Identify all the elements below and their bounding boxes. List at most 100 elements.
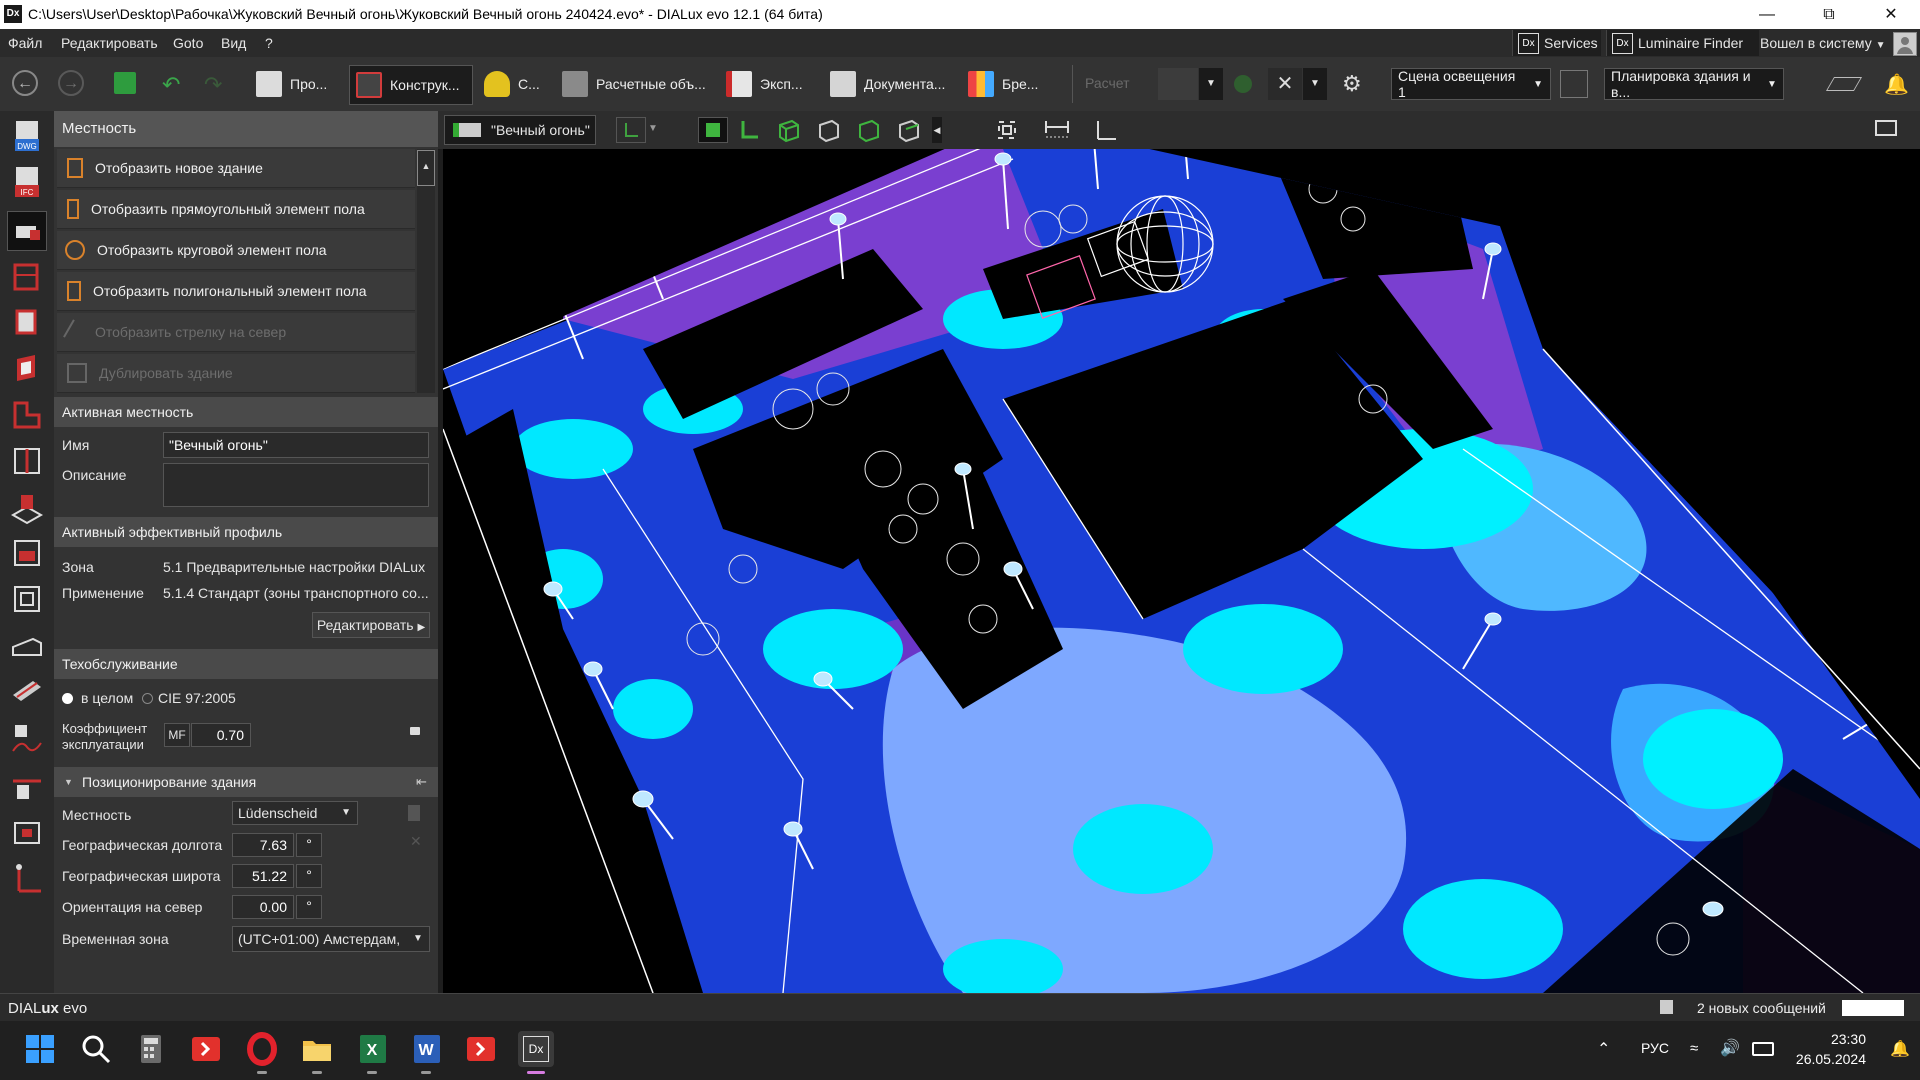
save-icon[interactable] <box>114 72 136 94</box>
bell-icon[interactable]: 🔔 <box>1884 72 1909 97</box>
tab-calc-objects[interactable]: Расчетные объ... <box>556 65 706 103</box>
tab-project[interactable]: Про... <box>250 65 327 103</box>
monitor-settings-icon[interactable] <box>1560 70 1588 98</box>
collapse-icon[interactable]: ▼ <box>64 777 73 787</box>
tab-light[interactable]: С... <box>478 65 540 103</box>
import-dwg-icon[interactable]: DWG <box>7 119 47 159</box>
radio-total[interactable] <box>62 693 73 704</box>
zoom-extents-icon[interactable] <box>992 117 1022 143</box>
name-input[interactable]: "Вечный огонь" <box>163 432 429 458</box>
calc-start-button[interactable] <box>1158 68 1198 100</box>
forward-icon[interactable]: → <box>58 70 84 96</box>
edit-profile-button[interactable]: Редактировать ▶ <box>312 612 430 638</box>
longitude-input[interactable]: 7.63 <box>232 833 294 857</box>
stairs-icon[interactable] <box>7 625 47 665</box>
lock-icon[interactable] <box>410 727 420 735</box>
gear-icon[interactable]: ⚙ <box>1342 72 1362 96</box>
menu-goto[interactable]: Goto <box>173 35 203 51</box>
menu-edit[interactable]: Редактировать <box>61 35 158 51</box>
volume-icon[interactable]: 🔊 <box>1720 1038 1740 1058</box>
map-doc-icon[interactable] <box>408 805 420 821</box>
messages-link[interactable]: 2 новых сообщений <box>1697 1000 1826 1016</box>
scene-selector[interactable]: "Вечный огонь" <box>444 115 596 145</box>
terrain-edit-icon[interactable] <box>7 767 47 807</box>
dimension-icon[interactable] <box>1042 117 1072 143</box>
menu-view[interactable]: Вид <box>221 35 246 51</box>
tab-documentation[interactable]: Документа... <box>824 65 945 103</box>
action-rect-floor[interactable]: Отобразить прямоугольный элемент пола <box>57 190 415 229</box>
door-icon[interactable] <box>7 579 47 619</box>
scene-select[interactable]: Сцена освещения 1 ▼ <box>1391 68 1551 100</box>
word-icon[interactable]: W <box>408 1031 444 1074</box>
actions-scrollbar[interactable]: ▲ <box>417 149 435 393</box>
description-input[interactable] <box>163 463 429 507</box>
axes-icon[interactable] <box>1090 117 1120 143</box>
redo-icon[interactable]: ↷ <box>204 74 222 96</box>
roof-icon[interactable] <box>7 671 47 711</box>
selection-icon[interactable] <box>7 813 47 853</box>
maximize-icon[interactable]: ⧉ <box>1806 0 1852 29</box>
wall-icon[interactable] <box>7 349 47 389</box>
chevron-down-icon[interactable]: ▼ <box>648 123 658 134</box>
anydesk-icon[interactable] <box>188 1031 224 1067</box>
tab-time[interactable]: Бре... <box>962 65 1038 103</box>
cancel-calc-icon[interactable]: ✕ <box>1268 68 1302 100</box>
excel-icon[interactable]: X <box>354 1031 390 1074</box>
minimize-icon[interactable]: — <box>1744 0 1790 29</box>
latitude-input[interactable]: 51.22 <box>232 864 294 888</box>
tab-export[interactable]: Эксп... <box>720 65 803 103</box>
action-new-building[interactable]: Отобразить новое здание <box>57 149 415 188</box>
menu-help[interactable]: ? <box>265 35 273 51</box>
north-input[interactable]: 0.00 <box>232 895 294 919</box>
menu-file[interactable]: Файл <box>8 35 42 51</box>
timezone-select[interactable]: (UTC+01:00) Амстердам, ▼ <box>232 926 430 952</box>
opening-icon[interactable] <box>7 487 47 527</box>
file-explorer-icon[interactable] <box>299 1031 335 1074</box>
view-iso-icon[interactable] <box>894 117 924 143</box>
notification-bell-icon[interactable]: 🔔 <box>1890 1039 1910 1059</box>
action-duplicate-building[interactable]: Дублировать здание <box>57 354 415 393</box>
site-tool-icon[interactable] <box>7 211 47 251</box>
view-side-icon[interactable] <box>814 117 844 143</box>
services-button[interactable]: Dx Services <box>1512 30 1601 56</box>
window-icon[interactable] <box>7 533 47 573</box>
close-icon[interactable]: ✕ <box>1868 0 1914 29</box>
chevron-left-icon[interactable]: ◀ <box>932 117 942 143</box>
plan-view-icon[interactable] <box>616 117 646 143</box>
clock-time[interactable]: 23:30 <box>1794 1031 1866 1047</box>
import-ifc-icon[interactable]: IFC <box>7 165 47 205</box>
3d-viewport[interactable] <box>443 149 1920 993</box>
pin-icon[interactable]: ⇤ <box>416 774 427 790</box>
avatar[interactable] <box>1893 32 1917 56</box>
windows-start-icon[interactable] <box>22 1031 58 1067</box>
wifi-icon[interactable]: ≈ <box>1690 1040 1698 1057</box>
floor-icon[interactable] <box>7 303 47 343</box>
room-icon[interactable] <box>7 395 47 435</box>
view-3d-solid-icon[interactable] <box>698 117 728 143</box>
monitor-icon[interactable] <box>1875 120 1897 136</box>
scroll-up-icon[interactable]: ▲ <box>417 150 435 186</box>
clear-icon[interactable]: ✕ <box>410 833 422 850</box>
view-front-icon[interactable] <box>774 117 804 143</box>
tab-construction[interactable]: Конструк... <box>349 65 473 105</box>
chevron-up-icon[interactable]: ⌃ <box>1597 1039 1610 1059</box>
search-icon[interactable] <box>78 1031 114 1067</box>
login-menu[interactable]: Вошел в систему ▼ <box>1760 35 1886 51</box>
building-icon[interactable] <box>7 257 47 297</box>
dialux-taskbar-icon[interactable]: Dx <box>518 1031 554 1074</box>
opera-icon[interactable] <box>244 1031 280 1074</box>
solar-panel-icon[interactable] <box>1825 77 1863 91</box>
site-select[interactable]: Lüdenscheid ▼ <box>232 801 358 825</box>
luminaire-finder-button[interactable]: Dx Luminaire Finder <box>1606 30 1759 56</box>
mf-input[interactable]: 0.70 <box>191 723 251 747</box>
action-north-arrow[interactable]: Отобразить стрелку на север <box>57 313 415 352</box>
action-polygon-floor[interactable]: Отобразить полигональный элемент пола <box>57 272 415 311</box>
view-floor-icon[interactable] <box>734 117 764 143</box>
measure-icon[interactable] <box>7 859 47 899</box>
back-icon[interactable]: ← <box>12 70 38 96</box>
calculator-icon[interactable] <box>133 1031 169 1067</box>
terrain-icon[interactable] <box>7 721 47 761</box>
anydesk-2-icon[interactable] <box>463 1031 499 1067</box>
layout-select[interactable]: Планировка здания и в... ▼ <box>1604 68 1784 100</box>
undo-icon[interactable]: ↶ <box>162 74 180 96</box>
